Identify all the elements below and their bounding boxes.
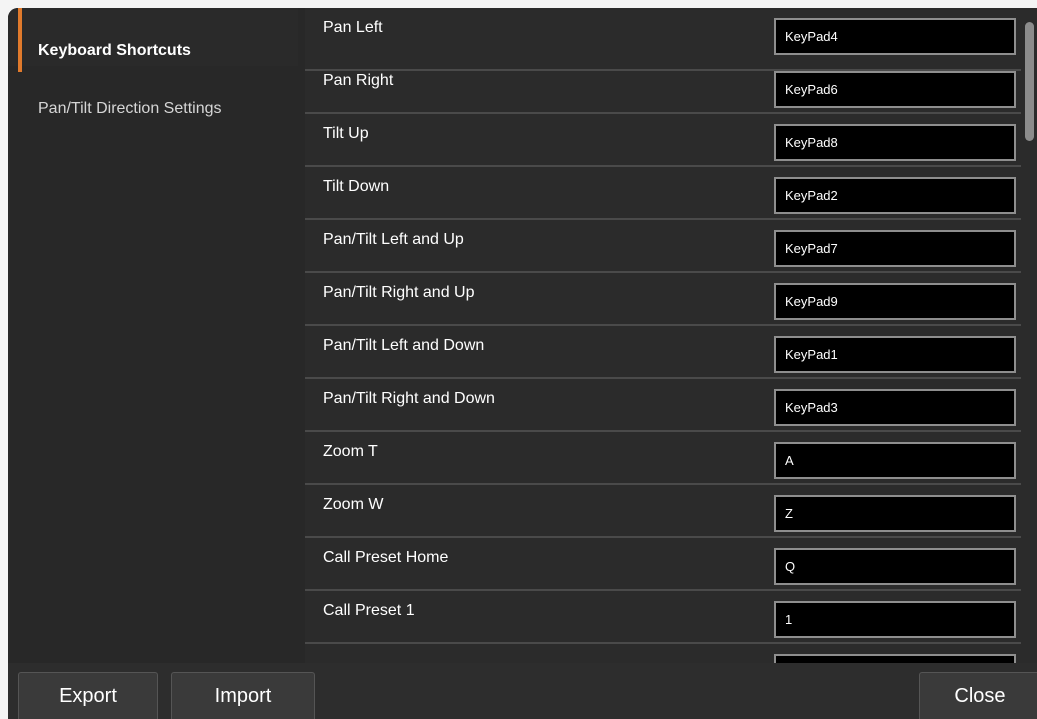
shortcut-key-field[interactable] bbox=[774, 654, 1016, 663]
import-button[interactable]: Import bbox=[171, 672, 315, 719]
shortcut-label: Pan Right bbox=[323, 72, 394, 89]
shortcut-label: Pan Left bbox=[323, 19, 383, 36]
shortcut-key-field[interactable] bbox=[774, 442, 1016, 479]
shortcut-row-call-preset-1: Call Preset 1 bbox=[305, 591, 1021, 644]
shortcut-key-field[interactable] bbox=[774, 283, 1016, 320]
shortcut-label: Call Preset Home bbox=[323, 549, 449, 566]
shortcut-row-pan-right: Pan Right bbox=[305, 61, 1021, 114]
scrollbar-thumb[interactable] bbox=[1025, 22, 1034, 141]
sidebar-item-label: Keyboard Shortcuts bbox=[38, 42, 191, 59]
shortcut-label: Tilt Down bbox=[323, 178, 390, 195]
shortcut-key-field[interactable] bbox=[774, 601, 1016, 638]
shortcut-list: Pan Left Pan Right Tilt Up Tilt Down Pan… bbox=[305, 8, 1037, 663]
sidebar-item-pan-tilt-direction-settings[interactable]: Pan/Tilt Direction Settings bbox=[8, 66, 298, 124]
shortcut-key-field[interactable] bbox=[774, 230, 1016, 267]
shortcut-row-tilt-down: Tilt Down bbox=[305, 167, 1021, 220]
shortcut-label: Zoom W bbox=[323, 496, 384, 513]
shortcut-label: Pan/Tilt Right and Up bbox=[323, 284, 475, 301]
shortcut-label: Pan/Tilt Right and Down bbox=[323, 390, 495, 407]
shortcut-key-field[interactable] bbox=[774, 177, 1016, 214]
shortcut-label: Tilt Up bbox=[323, 125, 369, 142]
shortcut-label: Zoom T bbox=[323, 443, 378, 460]
shortcut-key-field[interactable] bbox=[774, 18, 1016, 55]
shortcut-key-field[interactable] bbox=[774, 336, 1016, 373]
shortcut-row-zoom-t: Zoom T bbox=[305, 432, 1021, 485]
shortcut-label: Pan/Tilt Left and Down bbox=[323, 337, 485, 354]
shortcut-key-field[interactable] bbox=[774, 389, 1016, 426]
shortcut-key-field[interactable] bbox=[774, 548, 1016, 585]
vertical-scrollbar[interactable] bbox=[1021, 8, 1037, 663]
shortcut-row-pan-tilt-left-down: Pan/Tilt Left and Down bbox=[305, 326, 1021, 379]
close-button[interactable]: Close bbox=[919, 672, 1037, 719]
shortcut-label: Call Preset 1 bbox=[323, 602, 415, 619]
shortcut-label: Pan/Tilt Left and Up bbox=[323, 231, 464, 248]
shortcut-row-pan-tilt-right-down: Pan/Tilt Right and Down bbox=[305, 379, 1021, 432]
shortcut-key-field[interactable] bbox=[774, 124, 1016, 161]
shortcut-row-zoom-w: Zoom W bbox=[305, 485, 1021, 538]
keyboard-settings-window: Keyboard Shortcuts Pan/Tilt Direction Se… bbox=[8, 8, 1037, 719]
sidebar-item-keyboard-shortcuts[interactable]: Keyboard Shortcuts bbox=[8, 8, 298, 72]
shortcut-row-pan-tilt-right-up: Pan/Tilt Right and Up bbox=[305, 273, 1021, 326]
shortcut-row-partial bbox=[305, 644, 1021, 663]
sidebar-item-label: Pan/Tilt Direction Settings bbox=[38, 100, 222, 117]
shortcut-key-field[interactable] bbox=[774, 71, 1016, 108]
shortcut-key-field[interactable] bbox=[774, 495, 1016, 532]
shortcut-row-pan-tilt-left-up: Pan/Tilt Left and Up bbox=[305, 220, 1021, 273]
shortcut-row-tilt-up: Tilt Up bbox=[305, 114, 1021, 167]
footer-bar: Export Import Close bbox=[8, 663, 1037, 719]
sidebar: Keyboard Shortcuts Pan/Tilt Direction Se… bbox=[8, 8, 305, 663]
export-button[interactable]: Export bbox=[18, 672, 158, 719]
shortcut-row-call-preset-home: Call Preset Home bbox=[305, 538, 1021, 591]
